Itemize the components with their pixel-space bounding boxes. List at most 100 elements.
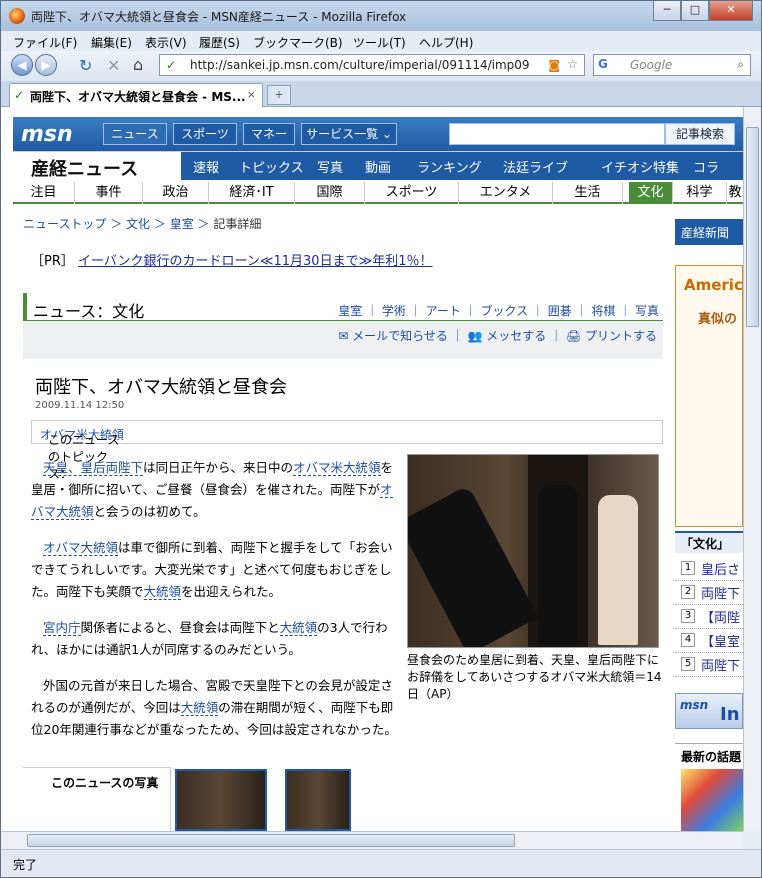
category-tab[interactable]: 注目 (13, 182, 75, 204)
back-icon[interactable]: ◀ (11, 54, 33, 76)
menu-edit[interactable]: 編集(E) (91, 34, 132, 51)
category-tab[interactable]: 生活 (553, 182, 623, 204)
vertical-scrollbar[interactable] (743, 107, 761, 831)
firefox-icon (9, 8, 25, 24)
tab-favicon-icon: ✓ (14, 88, 25, 102)
article-link[interactable]: 宮内庁 (43, 620, 81, 636)
category-tab[interactable]: 経済･IT (209, 182, 295, 204)
msn-nav-news[interactable]: ニュース (103, 123, 167, 145)
related-list-item[interactable]: 2 両陛下 (675, 581, 743, 605)
category-tab[interactable]: 事件 (75, 182, 143, 204)
article-link[interactable]: 大統領 (143, 584, 182, 600)
article-search-input[interactable] (449, 123, 665, 145)
sankei-nav-item[interactable]: 動画 (365, 157, 391, 176)
sankei-nav-item[interactable]: イチオシ特集 (601, 157, 679, 176)
breadcrumb-item[interactable]: ニューストップ (23, 217, 106, 231)
photo-caption: 昼食会のため皇居に到着、天皇、皇后両陛下にお辞儀をしてあいさつするオバマ米大統領… (407, 653, 662, 701)
menu-file[interactable]: ファイル(F) (13, 34, 77, 51)
url-text[interactable]: http://sankei.jp.msn.com/culture/imperia… (190, 58, 530, 72)
tab-bar: ✓ 両陛下、オバマ大統領と昼食会 - MS... × + (1, 81, 761, 107)
category-tab[interactable]: 国際 (295, 182, 365, 204)
breadcrumb-item[interactable]: 文化 (126, 217, 150, 231)
msn-banner[interactable]: msn In (675, 693, 743, 729)
home-icon[interactable]: ⌂ (133, 55, 143, 74)
tab-label: 両陛下、オバマ大統領と昼食会 - MS... (30, 90, 246, 104)
right-advertisement[interactable]: Americ 真似の (675, 265, 743, 527)
new-tab-button[interactable]: + (267, 85, 291, 105)
article-paragraph: 天皇、皇后両陛下は同日正午から、来日中のオバマ米大統領を皇居・御所に招いて、ご昼… (31, 460, 394, 520)
sankei-nav-item[interactable]: トピックス (239, 157, 304, 176)
breadcrumb-item[interactable]: 皇室 (170, 217, 194, 231)
search-input[interactable]: G Google ⌕ (593, 54, 751, 76)
close-button[interactable]: ✕ (709, 1, 753, 21)
article-paragraph: 宮内庁関係者によると、昼食会は両陛下と大統領の3人で行われ、ほかには通訳1人が同… (31, 620, 388, 657)
sankei-logo[interactable]: 産経ニュース (31, 155, 138, 181)
vertical-scroll-thumb[interactable] (746, 127, 759, 327)
tab-active[interactable]: ✓ 両陛下、オバマ大統領と昼食会 - MS... × (9, 83, 263, 107)
ad-text: Americ (684, 276, 743, 294)
photo-thumbnail[interactable] (175, 769, 267, 831)
menu-help[interactable]: ヘルプ(H) (419, 34, 473, 51)
sankei-bar: 産経ニュース 速報 トピックス 写真 動画 ランキング 法廷ライブ イチオシ特集… (13, 151, 743, 195)
tab-close-icon[interactable]: × (247, 88, 256, 101)
latest-topics-header: 最新の話題 (675, 743, 743, 765)
sankei-nav-item[interactable]: 写真 (317, 157, 343, 176)
menu-view[interactable]: 表示(V) (145, 34, 187, 51)
menu-tools[interactable]: ツール(T) (353, 34, 406, 51)
article-link[interactable]: オバマ米大統領 (293, 460, 381, 476)
sankei-nav-item[interactable]: 法廷ライブ (503, 157, 568, 176)
related-list-item[interactable]: 1 皇后さ (675, 557, 743, 581)
article-search-button[interactable]: 記事検索 (665, 123, 735, 145)
article-link[interactable]: 天皇、皇后両陛下 (43, 460, 144, 476)
google-icon[interactable]: G (598, 57, 608, 71)
photo-thumbnail[interactable] (285, 769, 351, 831)
menu-history[interactable]: 履歴(S) (199, 34, 240, 51)
related-list-item[interactable]: 3 【両陛 (675, 605, 743, 629)
reload-icon[interactable]: ↻ (79, 56, 92, 75)
article-photo[interactable] (407, 454, 659, 648)
related-list-item[interactable]: 5 両陛下 (675, 653, 743, 677)
article-link[interactable]: 大統領 (180, 700, 219, 716)
breadcrumb-current: 記事詳細 (213, 217, 262, 231)
horizontal-scrollbar[interactable] (1, 831, 743, 849)
article-paragraph: オバマ大統領は車で御所に到着、両陛下と握手をして「お会いできてうれしいです。大変… (31, 540, 393, 600)
pr-link[interactable]: イーバンク銀行のカードローン≪11月30日まで≫年利1％！ (78, 254, 432, 269)
category-tab[interactable]: エンタメ (459, 182, 553, 204)
category-tab-active[interactable]: 文化 (629, 182, 673, 204)
related-list-item[interactable]: 4 【皇室 (675, 629, 743, 653)
search-placeholder: Google (630, 58, 673, 72)
star-icon[interactable]: ☆ (567, 57, 578, 71)
pr-tag: ［PR］ (31, 254, 74, 269)
topic-box: このニュースのトピックス： オバマ米大統領 (31, 420, 663, 481)
url-bar[interactable]: ✓ http://sankei.jp.msn.com/culture/imper… (159, 54, 585, 76)
section-subtabs[interactable]: 皇室 ｜ 学術 ｜ アート ｜ ブックス ｜ 囲碁 ｜ 将棋 ｜ 写真 (338, 302, 659, 319)
status-text: 完了 (13, 858, 38, 872)
sankei-nav-item[interactable]: 速報 (193, 157, 219, 176)
msn-nav-money[interactable]: マネー (243, 123, 295, 145)
menu-bar: ファイル(F) 編集(E) 表示(V) 履歴(S) ブックマーク(B) ツール(… (1, 31, 761, 51)
msn-logo[interactable]: msn (21, 122, 73, 147)
photo-figure (408, 485, 539, 647)
category-tab[interactable]: 教 (727, 182, 743, 204)
category-tab[interactable]: スポーツ (365, 182, 459, 204)
msn-header: msn ニュース スポーツ マネー サービス一覧 ⌄ 記事検索 (13, 117, 743, 151)
search-icon[interactable]: ⌕ (737, 57, 744, 72)
rss-icon[interactable]: ◙ (548, 58, 560, 72)
latest-topics-image[interactable] (681, 769, 743, 831)
msn-nav-services[interactable]: サービス一覧 ⌄ (301, 123, 397, 145)
article-link[interactable]: オバマ大統領 (43, 540, 119, 556)
category-tab[interactable]: 科学 (673, 182, 727, 204)
maximize-button[interactable]: □ (681, 1, 709, 21)
section-title-bar: ニュース：文化 皇室 ｜ 学術 ｜ アート ｜ ブックス ｜ 囲碁 ｜ 将棋 ｜… (23, 293, 663, 321)
sankei-paper-link[interactable]: 産経新聞 (675, 219, 743, 245)
menu-bookmarks[interactable]: ブックマーク(B) (253, 34, 343, 51)
forward-icon[interactable]: ▶ (35, 54, 57, 76)
article-link[interactable]: 大統領 (279, 620, 318, 636)
horizontal-scroll-thumb[interactable] (27, 834, 515, 847)
sankei-nav-item[interactable]: ランキング (417, 157, 482, 176)
minimize-button[interactable]: ─ (653, 1, 681, 21)
category-tab[interactable]: 政治 (143, 182, 209, 204)
msn-nav-sports[interactable]: スポーツ (173, 123, 237, 145)
article-actions[interactable]: ✉ メールで知らせる ｜ 👥 メッセする ｜ 🖨 プリントする (338, 327, 657, 344)
stop-icon[interactable]: ✕ (107, 56, 120, 75)
